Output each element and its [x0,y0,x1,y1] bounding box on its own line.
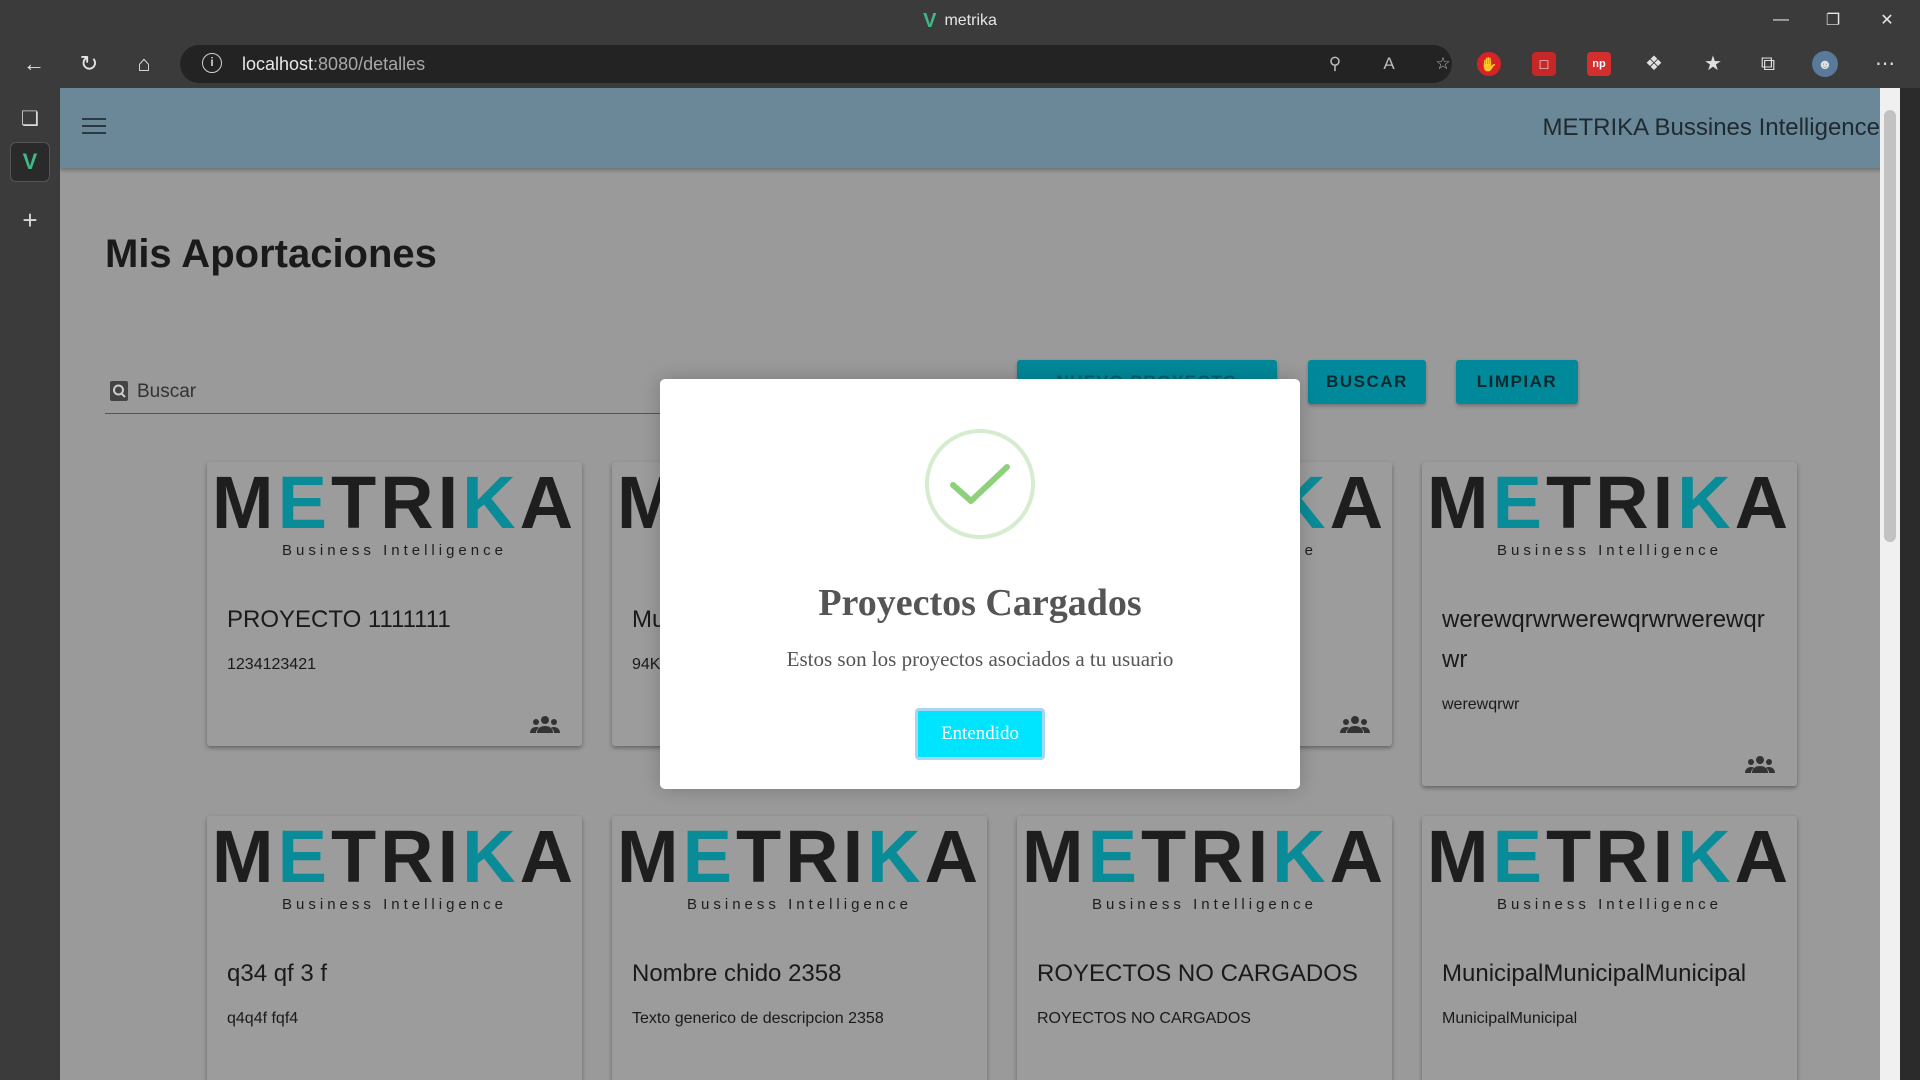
close-window-button[interactable]: ✕ [1860,0,1914,40]
np-extension-icon[interactable]: np [1587,52,1611,76]
more-menu-icon[interactable]: ⋯ [1872,51,1898,77]
check-mark-icon [950,464,1010,504]
browser-vertical-tabs: ❏ V + [0,88,60,1080]
tab-metrika[interactable]: V [10,142,50,182]
browser-titlebar: Vmetrika — ❐ ✕ [0,0,1920,40]
new-tab-button[interactable]: + [10,200,50,240]
pocket-extension-icon[interactable]: □ [1532,52,1556,76]
key-icon[interactable]: ⚲ [1324,53,1346,75]
favorites-icon[interactable]: ★ [1700,51,1726,77]
scrollbar-thumb[interactable] [1884,110,1896,542]
browser-toolbar: ← ↻ ⌂ i localhost:8080/detalles ⚲ A ☆ ✋ … [0,40,1920,88]
refresh-button[interactable]: ↻ [70,46,108,82]
confirm-button[interactable]: Entendido [915,708,1045,760]
success-dialog: Proyectos Cargados Estos son los proyect… [660,379,1300,789]
add-favorite-icon[interactable]: ☆ [1432,53,1454,75]
address-bar[interactable]: i localhost:8080/detalles ⚲ A ☆ [180,45,1452,83]
read-aloud-icon[interactable]: A [1378,53,1400,75]
adblock-extension-icon[interactable]: ✋ [1477,52,1501,76]
back-button[interactable]: ← [15,46,53,82]
extensions-icon[interactable]: ❖ [1641,51,1667,77]
profile-avatar[interactable]: ☻ [1812,51,1838,77]
success-check-icon [925,429,1035,539]
url-text[interactable]: localhost:8080/detalles [242,54,425,75]
home-button[interactable]: ⌂ [125,46,163,82]
restore-button[interactable]: ❐ [1806,0,1860,40]
site-info-icon[interactable]: i [202,53,222,73]
dialog-title: Proyectos Cargados [818,582,1142,624]
collections-icon[interactable]: ⧉ [1755,51,1781,77]
modal-backdrop[interactable]: Proyectos Cargados Estos son los proyect… [60,88,1900,1080]
page-scrollbar[interactable] [1880,88,1900,1080]
page-viewport: METRIKA Bussines Intelligence Mis Aporta… [60,88,1900,1080]
window-title: Vmetrika [923,10,997,32]
dialog-message: Estos son los proyectos asociados a tu u… [786,647,1174,671]
vue-logo-icon: V [923,10,937,32]
tab-actions-icon[interactable]: ❏ [10,98,50,138]
minimize-button[interactable]: — [1754,0,1808,40]
